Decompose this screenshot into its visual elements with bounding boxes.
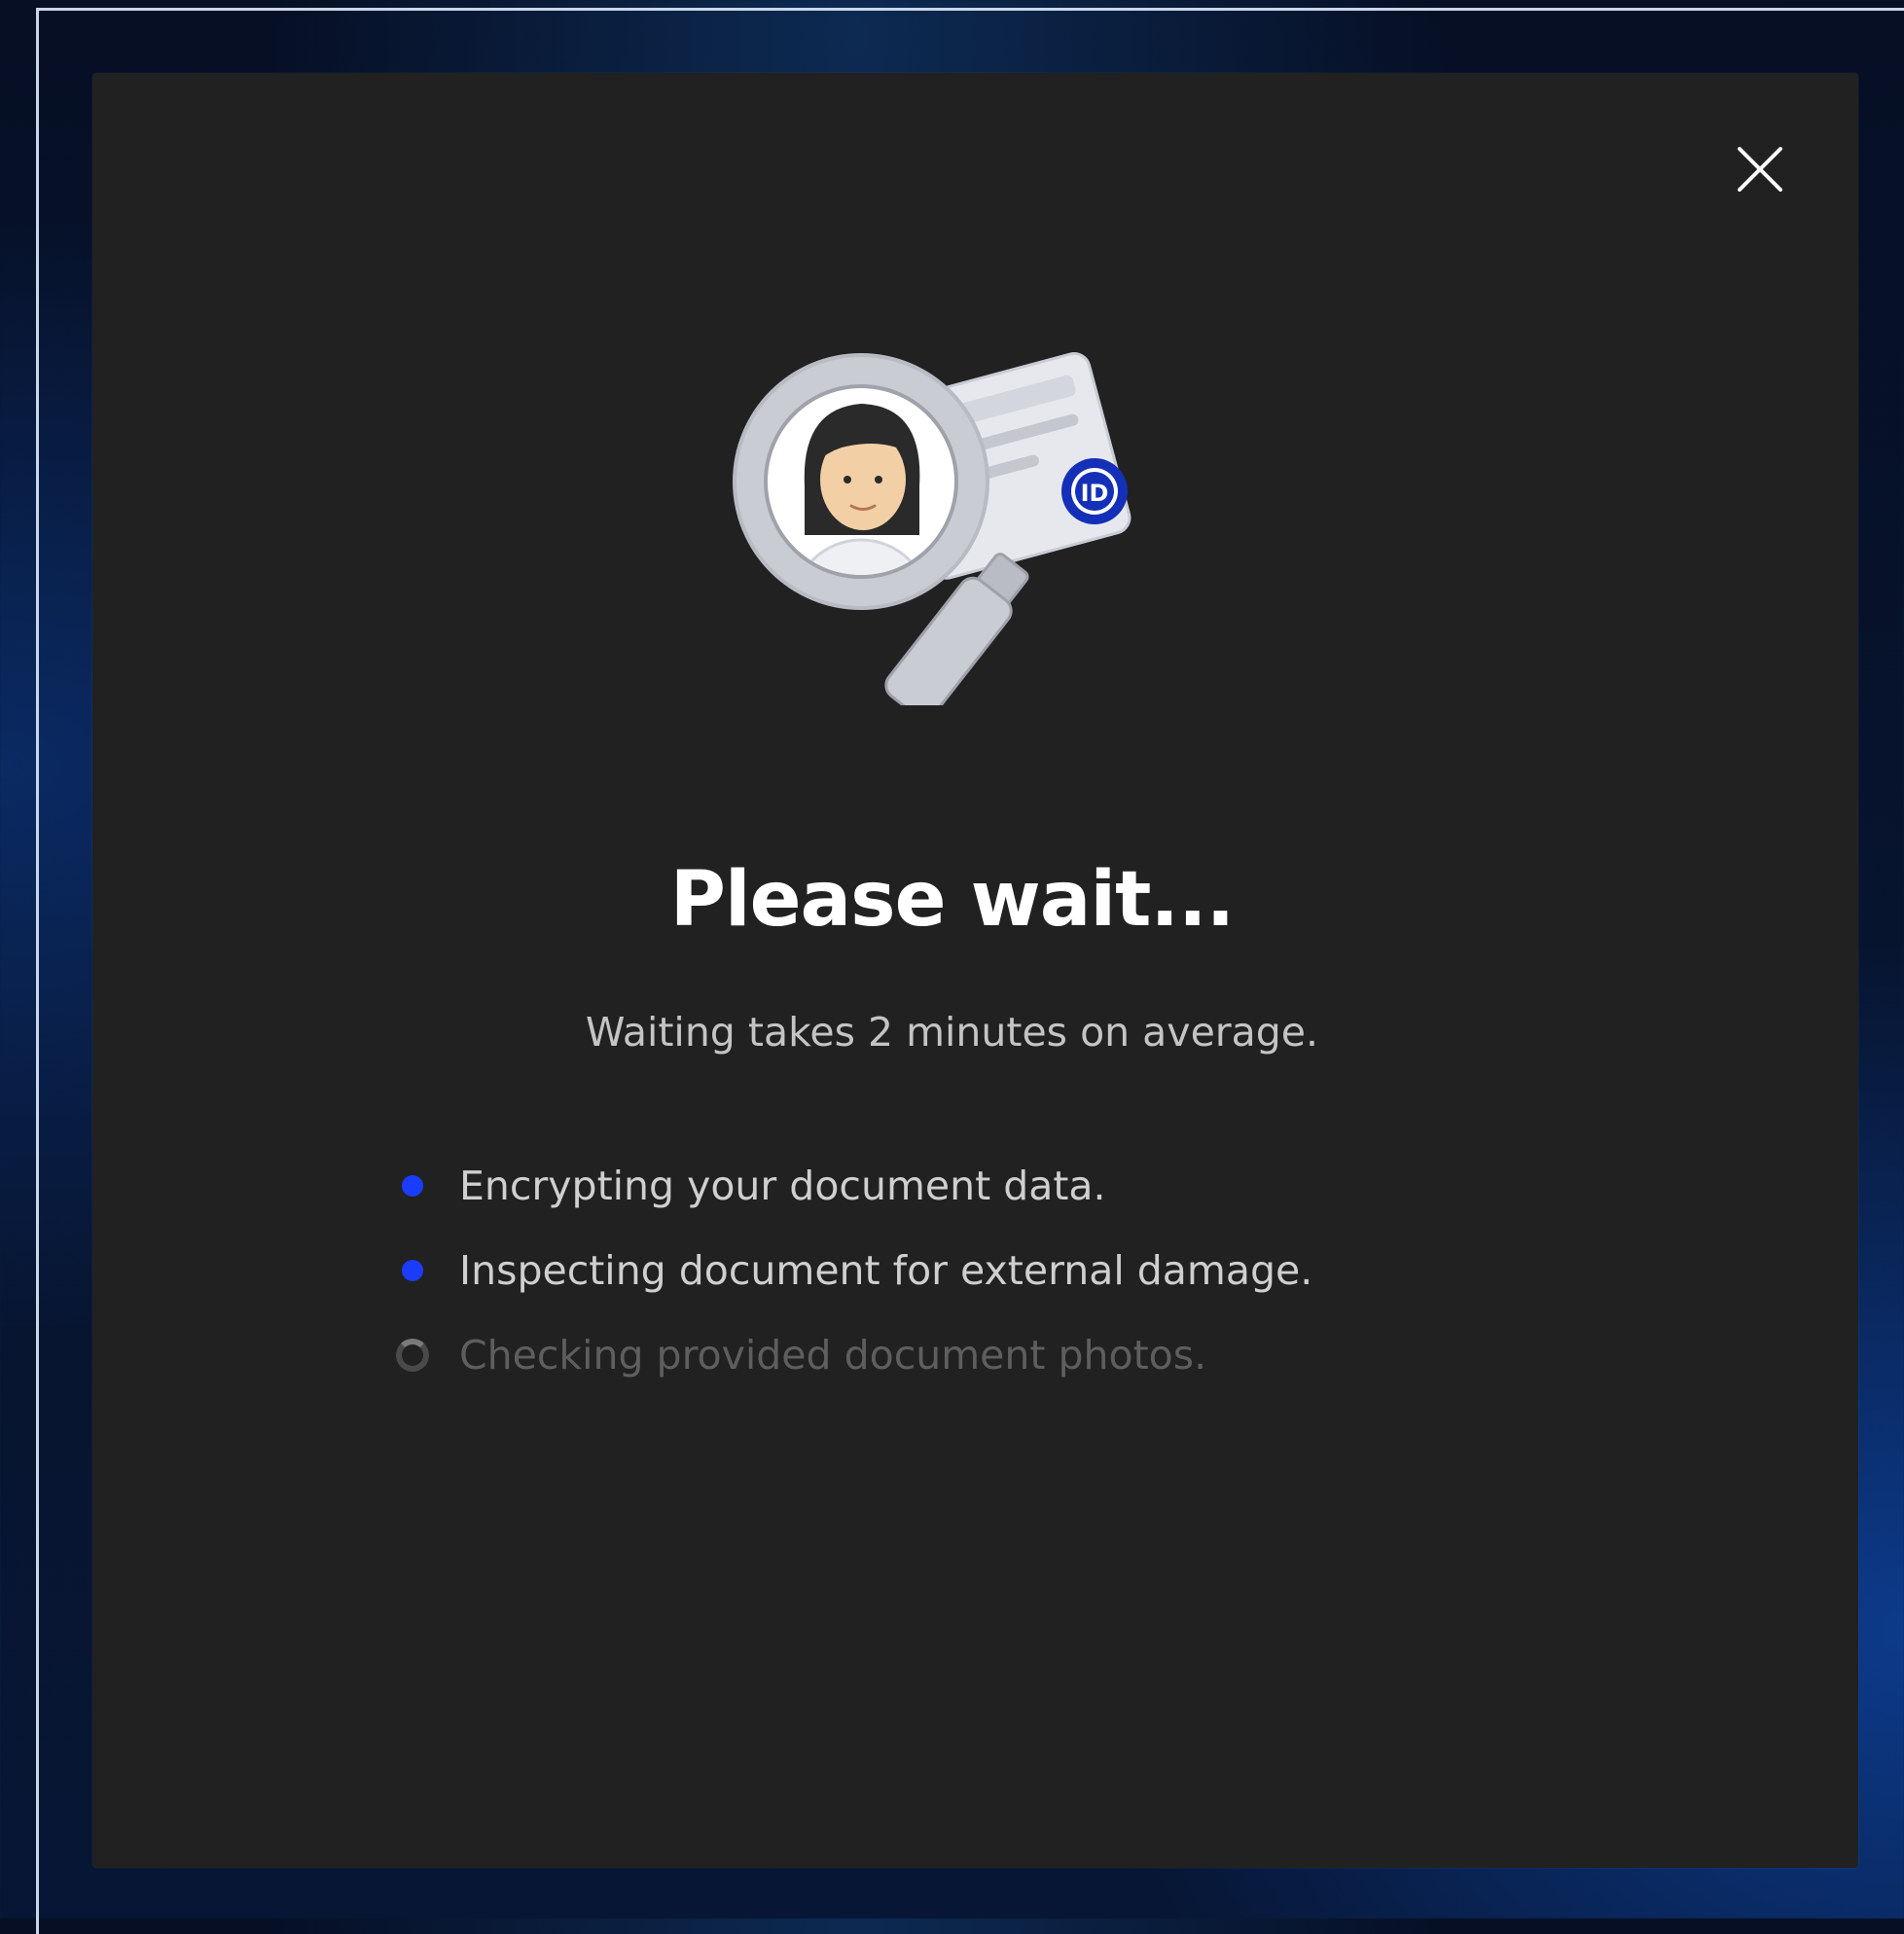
step-done-indicator-icon — [389, 1163, 436, 1209]
loading-spinner-icon — [389, 1332, 436, 1379]
id-badge-text: ID — [1081, 480, 1109, 507]
step-done-indicator-icon — [389, 1247, 436, 1294]
step-label: Checking provided document photos. — [459, 1331, 1207, 1379]
close-button[interactable] — [1732, 141, 1788, 197]
page-title: Please wait... — [669, 856, 1236, 944]
id-verification-magnifier-icon: ID — [733, 352, 1132, 705]
progress-step-encrypting: Encrypting your document data. — [389, 1143, 1557, 1228]
progress-step-inspecting: Inspecting document for external damage. — [389, 1228, 1557, 1312]
progress-step-checking-photos: Checking provided document photos. — [389, 1312, 1557, 1397]
step-label: Encrypting your document data. — [459, 1162, 1106, 1209]
wait-time-subtitle: Waiting takes 2 minutes on average. — [585, 1009, 1319, 1056]
step-label: Inspecting document for external damage. — [459, 1246, 1313, 1294]
progress-steps-list: Encrypting your document data. Inspectin… — [389, 1143, 1557, 1397]
close-icon — [1738, 147, 1782, 192]
